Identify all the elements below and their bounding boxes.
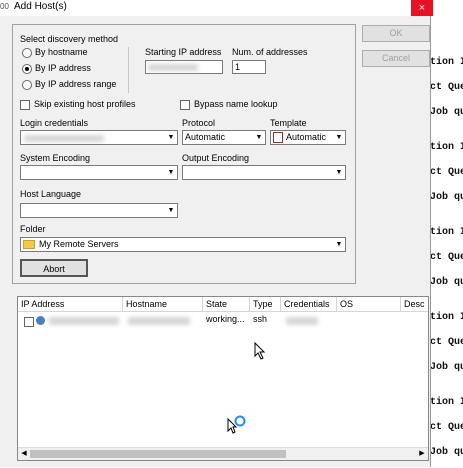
chevron-down-icon[interactable]: ▼ (253, 131, 265, 144)
system-encoding-select[interactable]: ▼ (20, 165, 178, 180)
dialog-title: Add Host(s) (14, 1, 67, 12)
scroll-left-icon[interactable]: ◀ (18, 448, 30, 460)
folder-label: Folder (20, 224, 46, 234)
host-language-select[interactable]: ▼ (20, 203, 178, 218)
host-icon (36, 316, 45, 325)
row-type: ssh (253, 314, 268, 324)
skip-existing-checkbox[interactable] (20, 100, 30, 110)
chevron-down-icon[interactable]: ▼ (333, 166, 345, 179)
radio-label-ip-range: By IP address range (35, 79, 117, 89)
col-os[interactable]: OS (337, 297, 401, 311)
redacted-ip (148, 64, 198, 71)
console-line: tion I (430, 227, 463, 238)
radio-label-ip: By IP address (35, 63, 91, 73)
col-type[interactable]: Type (250, 297, 281, 311)
busy-cursor-icon (227, 415, 246, 434)
login-credentials-select[interactable]: ▼ (20, 130, 178, 145)
chevron-down-icon[interactable]: ▼ (333, 131, 345, 144)
starting-ip-label: Starting IP address (145, 47, 222, 57)
num-addresses-input[interactable]: 1 (232, 60, 266, 74)
title-bar[interactable]: 00 Add Host(s) × (0, 0, 463, 16)
chevron-down-icon[interactable]: ▼ (165, 131, 177, 144)
template-value: Automatic (286, 132, 327, 142)
protocol-select[interactable]: Automatic ▼ (182, 130, 266, 145)
starting-ip-input[interactable] (145, 60, 223, 74)
template-label: Template (270, 118, 307, 128)
col-ip-address[interactable]: IP Address (18, 297, 123, 311)
output-encoding-label: Output Encoding (182, 153, 250, 163)
row-checkbox[interactable] (24, 317, 34, 327)
folder-value: My Remote Servers (39, 239, 119, 249)
protocol-label: Protocol (182, 118, 216, 128)
col-desc[interactable]: Desc (401, 297, 428, 311)
bypass-lookup-checkbox[interactable] (180, 100, 190, 110)
console-line: Job qu (430, 192, 463, 203)
template-select[interactable]: Automatic ▼ (270, 130, 346, 145)
host-language-label: Host Language (20, 189, 82, 199)
redacted-credentials (24, 135, 104, 142)
group-divider (128, 47, 129, 93)
redacted-hostname-cell (128, 317, 190, 325)
system-encoding-label: System Encoding (20, 153, 91, 163)
console-line: ct Que (430, 167, 463, 178)
row-state: working... (206, 314, 245, 324)
col-credentials[interactable]: Credentials (281, 297, 337, 311)
redacted-ip-cell (49, 317, 119, 325)
chevron-down-icon[interactable]: ▼ (333, 238, 345, 251)
close-button[interactable]: × (411, 0, 433, 16)
radio-by-ip-range[interactable] (22, 80, 32, 90)
console-line: tion I (430, 142, 463, 153)
console-line: ct Que (430, 337, 463, 348)
console-line: ct Que (430, 252, 463, 263)
bypass-lookup-label: Bypass name lookup (194, 99, 278, 109)
chevron-down-icon[interactable]: ▼ (165, 204, 177, 217)
skip-existing-label: Skip existing host profiles (34, 99, 136, 109)
console-line: Job qu (430, 447, 463, 458)
console-line: tion I (430, 57, 463, 68)
col-state[interactable]: State (203, 297, 250, 311)
hosts-list[interactable]: IP Address Hostname State Type Credentia… (17, 296, 429, 461)
console-line: Job qu (430, 362, 463, 373)
num-addresses-label: Num. of addresses (232, 47, 308, 57)
abort-button[interactable]: Abort (20, 259, 88, 277)
cancel-button[interactable]: Cancel (362, 50, 430, 67)
pointer-cursor-icon (254, 342, 266, 360)
horizontal-scrollbar[interactable]: ◀ ▶ (18, 447, 428, 460)
ok-button[interactable]: OK (362, 25, 430, 42)
folder-icon (23, 240, 35, 250)
console-line: Job qu (430, 107, 463, 118)
folder-select[interactable]: My Remote Servers ▼ (20, 237, 346, 252)
template-icon (273, 132, 283, 144)
chevron-down-icon[interactable]: ▼ (165, 166, 177, 179)
scroll-thumb[interactable] (30, 450, 286, 458)
col-hostname[interactable]: Hostname (123, 297, 203, 311)
radio-by-hostname[interactable] (22, 48, 32, 58)
title-partial: 00 (0, 2, 9, 11)
radio-by-ip[interactable] (22, 64, 32, 74)
redacted-credentials-cell (286, 317, 318, 325)
console-line: tion I (430, 397, 463, 408)
console-line: ct Que (430, 422, 463, 433)
list-header: IP Address Hostname State Type Credentia… (18, 297, 428, 312)
discovery-legend: Select discovery method (20, 34, 119, 44)
radio-label-hostname: By hostname (35, 47, 88, 57)
protocol-value: Automatic (185, 132, 226, 142)
console-line: Job qu (430, 277, 463, 288)
login-credentials-label: Login credentials (20, 118, 89, 128)
scroll-right-icon[interactable]: ▶ (416, 448, 428, 460)
console-line: tion I (430, 312, 463, 323)
output-encoding-select[interactable]: ▼ (182, 165, 346, 180)
console-line: ct Que (430, 82, 463, 93)
